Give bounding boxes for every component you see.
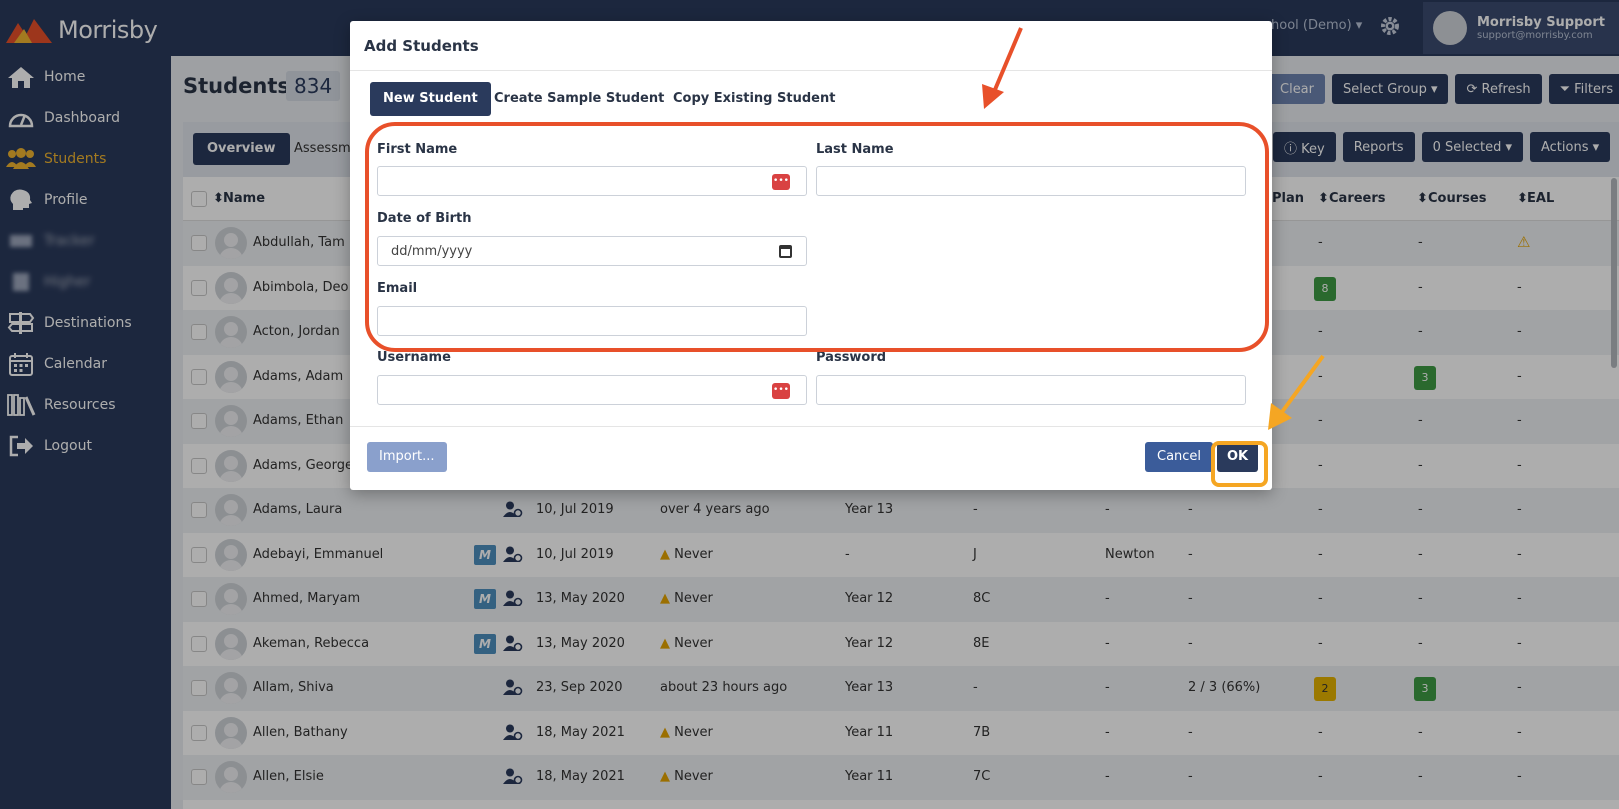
- cancel-button[interactable]: Cancel: [1145, 442, 1214, 472]
- last-name-label: Last Name: [816, 142, 894, 157]
- tab-create-sample-student[interactable]: Create Sample Student: [494, 91, 664, 106]
- modal-title: Add Students: [350, 21, 1272, 71]
- first-name-label: First Name: [377, 142, 458, 157]
- password-manager-icon[interactable]: •••: [772, 174, 790, 190]
- email-field[interactable]: [377, 306, 807, 336]
- tab-copy-existing-student[interactable]: Copy Existing Student: [673, 91, 835, 106]
- password-manager-icon[interactable]: •••: [772, 383, 790, 399]
- ok-button[interactable]: OK: [1217, 442, 1258, 472]
- dob-field[interactable]: dd/mm/yyyy: [377, 236, 807, 266]
- modal-footer: Import... Cancel OK: [350, 426, 1272, 490]
- dob-placeholder: dd/mm/yyyy: [391, 244, 473, 259]
- username-field[interactable]: •••: [377, 375, 807, 405]
- first-name-field[interactable]: •••: [377, 166, 807, 196]
- email-label: Email: [377, 281, 418, 296]
- import-button[interactable]: Import...: [367, 442, 447, 472]
- dob-label: Date of Birth: [377, 211, 472, 226]
- password-label: Password: [816, 350, 887, 365]
- password-field[interactable]: [816, 375, 1246, 405]
- username-label: Username: [377, 350, 451, 365]
- tab-new-student[interactable]: New Student: [370, 82, 491, 116]
- last-name-field[interactable]: [816, 166, 1246, 196]
- add-students-modal: Add Students New Student Create Sample S…: [350, 21, 1272, 490]
- calendar-icon[interactable]: [779, 245, 792, 258]
